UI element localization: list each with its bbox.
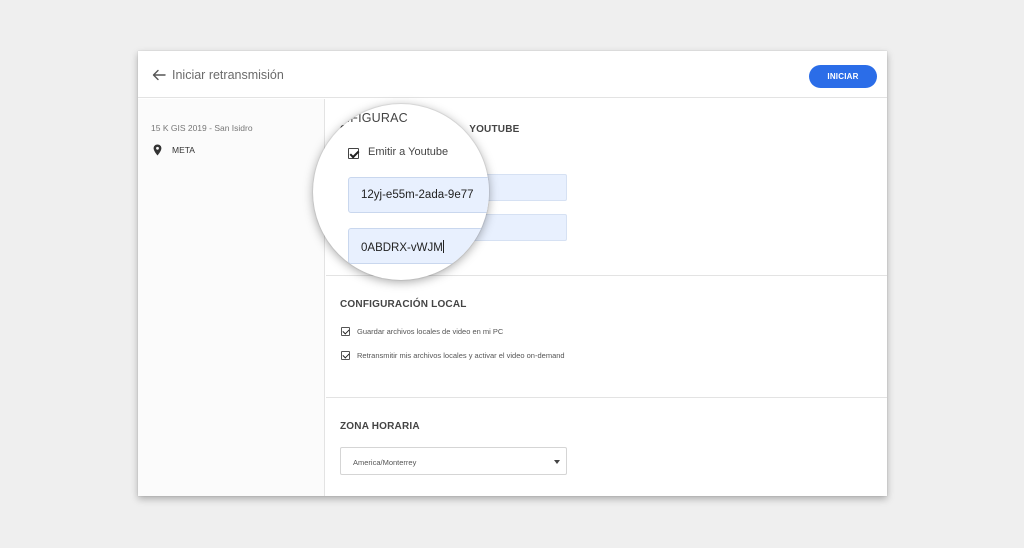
second-key-input[interactable]: 0ABDRX-vWJM xyxy=(348,228,489,264)
lens-section-title: NFIGURAC xyxy=(341,111,408,125)
stream-key-input[interactable]: 12yj-e55m-2ada-9e77 xyxy=(348,177,489,213)
event-name: 15 K GIS 2019 - San Isidro xyxy=(151,123,253,133)
magnifier-lens: NFIGURAC Emitir a Youtube 12yj-e55m-2ada… xyxy=(313,104,489,280)
timezone-section-title: ZONA HORARIA xyxy=(340,421,420,432)
save-local-files-label: Guardar archivos locales de video en mi … xyxy=(357,327,504,336)
emit-youtube-checkbox[interactable] xyxy=(348,148,359,159)
on-demand-option[interactable]: Retransmitir mis archivos locales y acti… xyxy=(341,351,565,360)
checkbox-checked-icon[interactable] xyxy=(341,327,350,336)
event-sidebar: 15 K GIS 2019 - San Isidro META xyxy=(138,99,325,496)
start-broadcast-dialog: Iniciar retransmisión INICIAR 15 K GIS 2… xyxy=(138,51,887,496)
youtube-title-end: YOUTUBE xyxy=(469,124,520,135)
dialog-title: Iniciar retransmisión xyxy=(172,68,284,82)
location-pin-icon xyxy=(153,144,162,156)
checkbox-checked-icon[interactable] xyxy=(341,351,350,360)
second-key-value: 0ABDRX-vWJM xyxy=(361,242,443,254)
start-button[interactable]: INICIAR xyxy=(809,65,877,88)
timezone-value: America/Monterrey xyxy=(353,458,417,467)
chevron-down-icon xyxy=(554,460,560,464)
emit-youtube-label: Emitir a Youtube xyxy=(368,146,449,158)
section-divider xyxy=(326,397,887,398)
save-local-files-option[interactable]: Guardar archivos locales de video en mi … xyxy=(341,327,503,336)
on-demand-label: Retransmitir mis archivos locales y acti… xyxy=(357,351,565,360)
local-section-title: CONFIGURACIÓN LOCAL xyxy=(340,299,467,310)
dialog-header: Iniciar retransmisión INICIAR xyxy=(138,51,887,98)
text-cursor xyxy=(442,240,444,253)
location-label: META xyxy=(172,145,195,155)
stream-key-value: 12yj-e55m-2ada-9e77 xyxy=(361,189,474,201)
timezone-select[interactable]: America/Monterrey xyxy=(340,447,567,475)
back-arrow-icon[interactable] xyxy=(152,69,166,81)
